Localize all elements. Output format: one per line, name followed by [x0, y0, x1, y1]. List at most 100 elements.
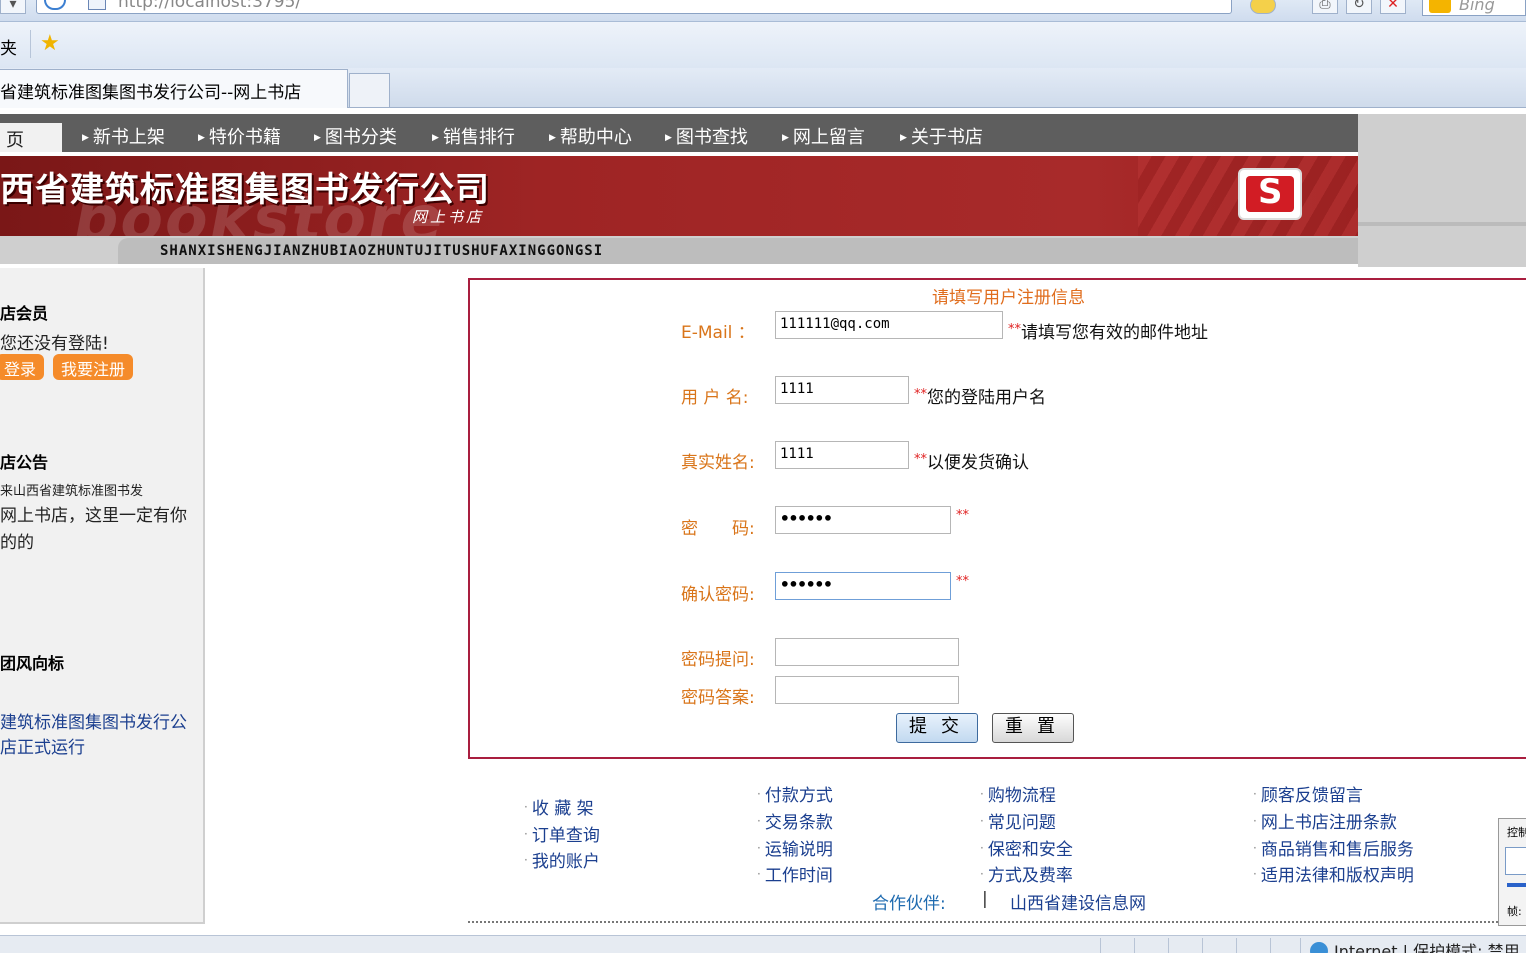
dropdown-button[interactable]: ▾ — [0, 0, 26, 14]
bing-logo-icon — [1429, 0, 1451, 13]
stop-icon[interactable]: ✕ — [1380, 0, 1406, 14]
zone-status: Internet | 保护模式: 禁用 — [1310, 938, 1520, 953]
footer-link[interactable]: · 运输说明 — [757, 835, 833, 860]
tab-active[interactable]: 省建筑标准图集图书发行公司--网上书店 — [0, 69, 348, 108]
confirm-password-label: 确认密码: — [681, 585, 755, 605]
footer-link[interactable]: · 我的账户 — [524, 847, 600, 872]
refresh-icon[interactable]: ↻ — [1346, 0, 1372, 14]
email-label: E-Mail ： — [681, 323, 755, 343]
control-popup[interactable]: 控制 帧: — [1498, 818, 1526, 926]
footer-divider — [468, 921, 1526, 923]
notice-line: 网上书店，这里一定有你 — [0, 506, 187, 526]
footer-link[interactable]: · 订单查询 — [524, 821, 600, 846]
search-box[interactable]: Bing — [1422, 0, 1526, 16]
page-icon — [88, 0, 106, 10]
footer-link[interactable]: · 顾客反馈留言 — [1253, 781, 1363, 806]
popup-progress — [1507, 883, 1526, 887]
realname-note: **以便发货确认 — [914, 452, 1029, 473]
footer-link[interactable]: · 商品销售和售后服务 — [1253, 835, 1414, 860]
realname-field[interactable]: 1111 — [775, 441, 909, 469]
nav-home[interactable]: 页 — [0, 123, 62, 152]
footer-link[interactable]: · 购物流程 — [980, 781, 1056, 806]
footer-link[interactable]: · 保密和安全 — [980, 835, 1073, 860]
footer-link[interactable]: · 收 藏 架 — [524, 794, 594, 819]
nav-arrow-icon: ▶ — [314, 133, 321, 143]
globe-icon — [1310, 942, 1328, 953]
realname-label: 真实姓名: — [681, 453, 755, 473]
question-label: 密码提问: — [681, 650, 755, 670]
nav-arrow-icon: ▶ — [900, 133, 907, 143]
nav-arrow-icon: ▶ — [782, 133, 789, 143]
confirm-password-required: ** — [956, 574, 969, 589]
trend-heading: 团风向标 — [0, 654, 65, 673]
search-provider-label: Bing — [1459, 0, 1495, 14]
new-tab-button[interactable] — [349, 73, 390, 107]
password-answer-field[interactable] — [775, 676, 959, 704]
password-field[interactable]: •••••• — [775, 506, 951, 534]
username-label: 用 户 名: — [681, 388, 749, 408]
partner-label: 合作伙伴: — [872, 894, 946, 914]
popup-frame-label: 帧: — [1507, 905, 1522, 918]
answer-label: 密码答案: — [681, 688, 755, 708]
footer-link[interactable]: · 付款方式 — [757, 781, 833, 806]
site-nav: 页 ▶ 新书上架 ▶ 特价书籍 ▶ 图书分类 ▶ 销售排行 ▶ 帮助中心 ▶ 图书查找 ▶ 网… — [0, 114, 1358, 152]
favorites-label[interactable]: 夹 — [0, 34, 17, 59]
url-text: http://localhost:3795/ — [118, 0, 302, 12]
password-required: ** — [956, 508, 969, 523]
add-favorite-star-icon[interactable]: ★ — [40, 30, 60, 58]
banner-title: 西省建筑标准图集图书发行公司 — [0, 170, 490, 210]
login-button[interactable]: 登录 — [0, 354, 45, 380]
password-label: 密 码: — [681, 519, 755, 539]
status-bar: Internet | 保护模式: 禁用 — [0, 935, 1526, 953]
news-link[interactable]: 建筑标准图集图书发行公 — [0, 708, 187, 733]
nav-item-new-books[interactable]: ▶ 新书上架 — [82, 123, 165, 149]
nav-item-search[interactable]: ▶ 图书查找 — [665, 123, 748, 149]
company-logo-icon — [1238, 168, 1302, 220]
partner-link[interactable]: 山西省建设信息网 — [1010, 889, 1146, 914]
sidebar: 店会员 您还没有登陆! 登录 我要注册 店公告 来山西省建筑标准图书发 网上书店… — [0, 268, 205, 924]
submit-button[interactable]: 提交 — [896, 713, 978, 743]
nav-arrow-icon: ▶ — [82, 133, 89, 143]
compatibility-icon[interactable] — [1250, 0, 1276, 14]
footer-link[interactable]: · 常见问题 — [980, 808, 1056, 833]
news-link[interactable]: 店正式运行 — [0, 733, 85, 758]
login-status: 您还没有登陆! — [0, 334, 109, 354]
email-note: **请填写您有效的邮件地址 — [1008, 322, 1208, 343]
footer-link[interactable]: · 适用法律和版权声明 — [1253, 861, 1414, 886]
site-banner: bookstore 西省建筑标准图集图书发行公司 网上书店 — [0, 156, 1358, 236]
footer-link[interactable]: · 工作时间 — [757, 861, 833, 886]
favorites-bar: 夹 ★ — [0, 22, 1526, 68]
nav-item-specials[interactable]: ▶ 特价书籍 — [198, 123, 281, 149]
password-question-field[interactable] — [775, 638, 959, 666]
nav-item-messages[interactable]: ▶ 网上留言 — [782, 123, 865, 149]
nav-arrow-icon: ▶ — [198, 133, 205, 143]
member-heading: 店会员 — [0, 304, 49, 323]
popup-field[interactable] — [1505, 847, 1526, 875]
email-field[interactable]: 111111@qq.com — [775, 311, 1003, 339]
nav-item-categories[interactable]: ▶ 图书分类 — [314, 123, 397, 149]
footer-link[interactable]: · 网上书店注册条款 — [1253, 808, 1397, 833]
form-title: 请填写用户注册信息 — [932, 288, 1085, 308]
partner-separator: | — [982, 889, 988, 909]
tab-bar: 省建筑标准图集图书发行公司--网上书店 — [0, 68, 1526, 108]
nav-arrow-icon: ▶ — [665, 133, 672, 143]
footer-link[interactable]: · 方式及费率 — [980, 861, 1073, 886]
reset-button[interactable]: 重置 — [992, 713, 1074, 743]
nav-item-help[interactable]: ▶ 帮助中心 — [549, 123, 632, 149]
print-icon[interactable]: ⎙ — [1312, 0, 1338, 14]
header-side-panel — [1358, 114, 1526, 267]
pinyin-bar: SHANXISHENGJIANZHUBIAOZHUNTUJITUSHUFAXIN… — [0, 236, 1358, 264]
registration-form — [468, 278, 1526, 759]
banner-subtitle: 网上书店 — [412, 208, 485, 226]
tab-title: 省建筑标准图集图书发行公司--网上书店 — [0, 83, 302, 103]
register-button[interactable]: 我要注册 — [53, 354, 134, 380]
confirm-password-field[interactable]: •••••• — [775, 572, 951, 600]
nav-item-ranking[interactable]: ▶ 销售排行 — [432, 123, 515, 149]
notice-line: 的的 — [0, 533, 34, 553]
address-bar: ▾ http://localhost:3795/ ⎙ ↻ ✕ Bing — [0, 0, 1526, 22]
footer-link[interactable]: · 交易条款 — [757, 808, 833, 833]
nav-arrow-icon: ▶ — [432, 133, 439, 143]
username-field[interactable]: 1111 — [775, 376, 909, 404]
username-note: **您的登陆用户名 — [914, 387, 1046, 408]
nav-item-about[interactable]: ▶ 关于书店 — [900, 123, 983, 149]
